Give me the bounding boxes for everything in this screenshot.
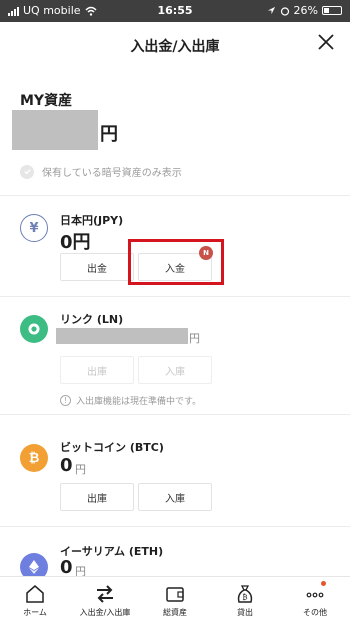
highlight-box [128, 239, 224, 285]
transfer-icon [97, 585, 113, 603]
status-right: 26% [267, 4, 342, 17]
modal-header: 入出金/入出庫 [0, 22, 350, 68]
maintenance-notice: ! 入出庫機能は現在準備中です。 [60, 394, 201, 407]
link-coin-icon [20, 315, 48, 343]
asset-list-content[interactable]: MY資産 円 保有している暗号資産のみ表示 ¥ 日本円(JPY) 0円 出金 入… [0, 68, 350, 576]
nav-label: 貸出 [237, 608, 253, 617]
alarm-icon [280, 6, 289, 16]
asset-balance: 0 [60, 557, 73, 576]
bottom-nav: ホーム 入出金/入出庫 総資産 ₿ 貸出 その他 [0, 576, 350, 623]
close-button[interactable] [316, 32, 336, 52]
yen-coin-icon: ¥ [20, 214, 48, 242]
nav-total-assets[interactable]: 総資産 [140, 577, 210, 623]
info-icon: ! [60, 395, 71, 406]
status-bar: UQ mobile 16:55 26% [0, 0, 350, 22]
asset-name: 日本円(JPY) [60, 214, 124, 227]
nav-label: その他 [303, 608, 327, 617]
bitcoin-coin-icon: ₿ [20, 444, 48, 472]
asset-row-btc: ₿ ビットコイン (BTC) 0 円 出庫 入庫 [0, 415, 350, 515]
asset-row-ln: リンク (LN) 円 出庫 入庫 ! 入出庫機能は現在準備中です。 [0, 297, 350, 412]
deposit-button-disabled: 入庫 [138, 356, 212, 384]
battery-label: 26% [293, 4, 318, 17]
balance-unit: 円 [75, 565, 86, 576]
ethereum-coin-icon [20, 553, 48, 576]
asset-balance: 0 [60, 455, 73, 476]
nav-label: ホーム [23, 608, 47, 617]
checkbox-icon [20, 164, 34, 179]
nav-label: 入出金/入出庫 [79, 608, 131, 617]
svg-text:₿: ₿ [242, 594, 247, 602]
page-title: 入出金/入出庫 [130, 39, 220, 55]
nav-label: 総資産 [163, 608, 187, 617]
asset-name: ビットコイン (BTC) [60, 441, 164, 454]
nav-home[interactable]: ホーム [0, 577, 70, 623]
masked-total-amount [12, 110, 98, 150]
asset-name: リンク (LN) [60, 313, 124, 326]
balance-unit: 円 [75, 463, 86, 476]
total-currency-mark: 円 [100, 124, 118, 145]
more-icon [306, 592, 324, 598]
nav-lending[interactable]: ₿ 貸出 [210, 577, 280, 623]
wallet-icon [166, 587, 184, 602]
asset-balance: 0円 [60, 232, 91, 253]
withdraw-button-disabled: 出庫 [60, 356, 134, 384]
holdings-filter-label: 保有している暗号資産のみ表示 [42, 168, 182, 179]
battery-icon [322, 6, 342, 15]
balance-unit: 円 [189, 332, 200, 345]
nav-transfer[interactable]: 入出金/入出庫 [70, 577, 140, 623]
deposit-button[interactable]: 入庫 [138, 483, 212, 511]
asset-row-eth: イーサリアム (ETH) 0 円 [0, 527, 350, 576]
location-icon [267, 6, 275, 15]
my-assets-title: MY資産 [20, 93, 73, 109]
masked-balance [56, 328, 188, 344]
notice-text: 入出庫機能は現在準備中です。 [76, 397, 202, 407]
home-icon [26, 585, 44, 603]
nav-more[interactable]: その他 [280, 577, 350, 623]
close-icon [318, 34, 334, 50]
withdraw-button[interactable]: 出庫 [60, 483, 134, 511]
holdings-filter-toggle[interactable]: 保有している暗号資産のみ表示 [20, 164, 182, 179]
bitcoin-bag-icon: ₿ [237, 585, 253, 603]
asset-name: イーサリアム (ETH) [60, 545, 164, 558]
notification-dot [321, 581, 326, 586]
asset-row-jpy: ¥ 日本円(JPY) 0円 出金 入金 N [0, 196, 350, 296]
withdraw-button[interactable]: 出金 [60, 253, 134, 281]
